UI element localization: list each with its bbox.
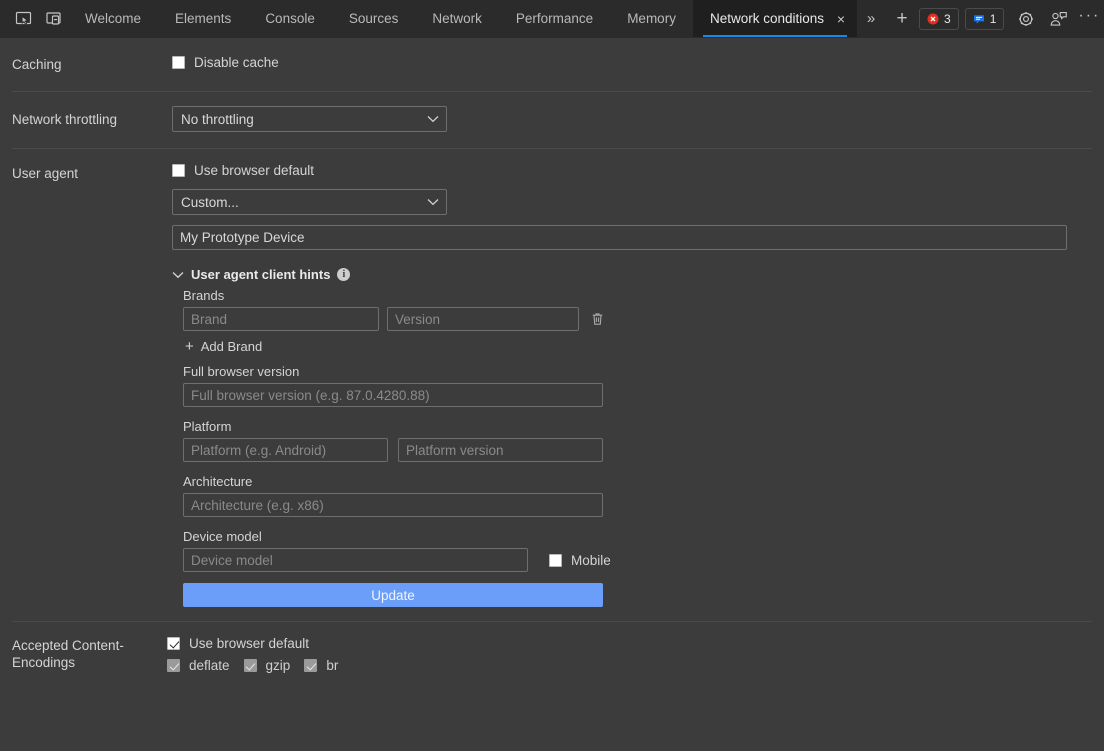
ua-preset-select[interactable]: Custom... [172, 189, 447, 215]
full-browser-version-label: Full browser version [183, 364, 1092, 379]
client-hints-section: User agent client hints i Brands [172, 267, 1092, 607]
brand-version-input[interactable] [387, 307, 579, 331]
ua-preset-select-wrap: Custom... [172, 189, 447, 215]
tab-label: Sources [349, 11, 399, 26]
client-hints-body: Brands + Add Brand Fu [172, 288, 1092, 607]
tab-label: Memory [627, 11, 676, 26]
encodings-list: deflate gzip br [167, 658, 1092, 673]
encodings-use-browser-default-label: Use browser default [189, 636, 309, 651]
throttling-section: Network throttling No throttling [0, 92, 1104, 148]
encoding-gzip-checkbox[interactable] [244, 659, 257, 672]
message-icon [973, 13, 985, 25]
caching-label: Caching [12, 55, 172, 73]
tab-label: Network [432, 11, 482, 26]
message-badge[interactable]: 1 [965, 8, 1005, 30]
encoding-gzip-label: gzip [266, 658, 291, 673]
tab-label: Network conditions [710, 11, 824, 26]
throttling-select-wrap: No throttling [172, 106, 447, 132]
toolbar-right-group: 3 1 ··· [919, 0, 1104, 37]
mobile-row[interactable]: Mobile [549, 553, 611, 568]
error-badge[interactable]: 3 [919, 8, 959, 30]
brands-label: Brands [183, 288, 1092, 303]
encoding-br-checkbox[interactable] [304, 659, 317, 672]
brand-row [183, 307, 1092, 331]
ua-preset-row: Custom... [172, 189, 1092, 215]
tab-network[interactable]: Network [415, 0, 499, 37]
encodings-use-browser-default-row[interactable]: Use browser default [167, 636, 1092, 651]
device-model-input[interactable] [183, 548, 528, 572]
ua-custom-input[interactable] [172, 225, 1067, 250]
disable-cache-checkbox[interactable] [172, 56, 185, 69]
platform-row [183, 438, 1092, 462]
throttling-select[interactable]: No throttling [172, 106, 447, 132]
plus-icon: + [185, 339, 194, 354]
ua-custom-row [172, 225, 1092, 250]
feedback-icon[interactable] [1042, 10, 1074, 28]
architecture-label: Architecture [183, 474, 1092, 489]
user-agent-section: User agent Use browser default Custom... [0, 149, 1104, 621]
platform-version-input[interactable] [398, 438, 603, 462]
tab-label: Performance [516, 11, 593, 26]
tab-console[interactable]: Console [248, 0, 332, 37]
disable-cache-row[interactable]: Disable cache [172, 55, 1092, 70]
ua-use-browser-default-checkbox[interactable] [172, 164, 185, 177]
encoding-br-label: br [326, 658, 338, 673]
throttling-label: Network throttling [12, 106, 172, 132]
message-count: 1 [990, 12, 997, 26]
devtools-toolbar: Welcome Elements Console Sources Network… [0, 0, 1104, 38]
mobile-label: Mobile [571, 553, 611, 568]
platform-label: Platform [183, 419, 1092, 434]
client-hints-title: User agent client hints [191, 267, 330, 282]
mobile-checkbox[interactable] [549, 554, 562, 567]
add-brand-label: Add Brand [201, 339, 262, 354]
update-button[interactable]: Update [183, 583, 603, 607]
full-browser-version-input[interactable] [183, 383, 603, 407]
content-encodings-label: Accepted Content-Encodings [12, 636, 167, 673]
encoding-deflate-row[interactable]: deflate [167, 658, 230, 673]
encoding-gzip-row[interactable]: gzip [244, 658, 291, 673]
error-icon [927, 13, 939, 25]
gear-icon[interactable] [1010, 10, 1042, 28]
inspect-cursor-icon[interactable] [8, 0, 38, 37]
tab-memory[interactable]: Memory [610, 0, 693, 37]
architecture-input[interactable] [183, 493, 603, 517]
content-encodings-section: Accepted Content-Encodings Use browser d… [0, 622, 1104, 673]
device-toolbar-icon[interactable] [38, 0, 68, 37]
client-hints-header[interactable]: User agent client hints i [172, 267, 1092, 282]
network-conditions-panel: Caching Disable cache Network throttling… [0, 38, 1104, 751]
encoding-br-row[interactable]: br [304, 658, 338, 673]
user-agent-label: User agent [12, 163, 172, 607]
device-model-label: Device model [183, 529, 1092, 544]
caching-section: Caching Disable cache [0, 38, 1104, 91]
ua-use-browser-default-row[interactable]: Use browser default [172, 163, 1092, 178]
overflow-menu-icon[interactable]: ··· [1074, 7, 1104, 31]
tab-elements[interactable]: Elements [158, 0, 248, 37]
tab-performance[interactable]: Performance [499, 0, 610, 37]
active-tab-underline [703, 35, 847, 37]
tab-sources[interactable]: Sources [332, 0, 416, 37]
more-tabs-icon[interactable]: » [857, 0, 885, 37]
tab-welcome[interactable]: Welcome [68, 0, 158, 37]
disable-cache-label: Disable cache [194, 55, 279, 70]
ua-use-browser-default-label: Use browser default [194, 163, 314, 178]
tab-label: Welcome [85, 11, 141, 26]
tab-network-conditions[interactable]: Network conditions × [693, 0, 857, 37]
tab-label: Console [265, 11, 315, 26]
error-count: 3 [944, 12, 951, 26]
tab-label: Elements [175, 11, 231, 26]
panel-tabs: Welcome Elements Console Sources Network… [68, 0, 857, 37]
encoding-deflate-label: deflate [189, 658, 230, 673]
chevron-down-icon[interactable] [172, 271, 184, 279]
encoding-deflate-checkbox[interactable] [167, 659, 180, 672]
add-panel-icon[interactable]: + [885, 0, 919, 37]
platform-input[interactable] [183, 438, 388, 462]
trash-icon[interactable] [587, 309, 607, 329]
encodings-use-browser-default-checkbox[interactable] [167, 637, 180, 650]
device-model-row: Mobile [183, 548, 1092, 572]
add-brand-button[interactable]: + Add Brand [185, 339, 1092, 354]
info-icon[interactable]: i [337, 268, 350, 281]
close-icon[interactable]: × [833, 11, 849, 27]
brand-input[interactable] [183, 307, 379, 331]
